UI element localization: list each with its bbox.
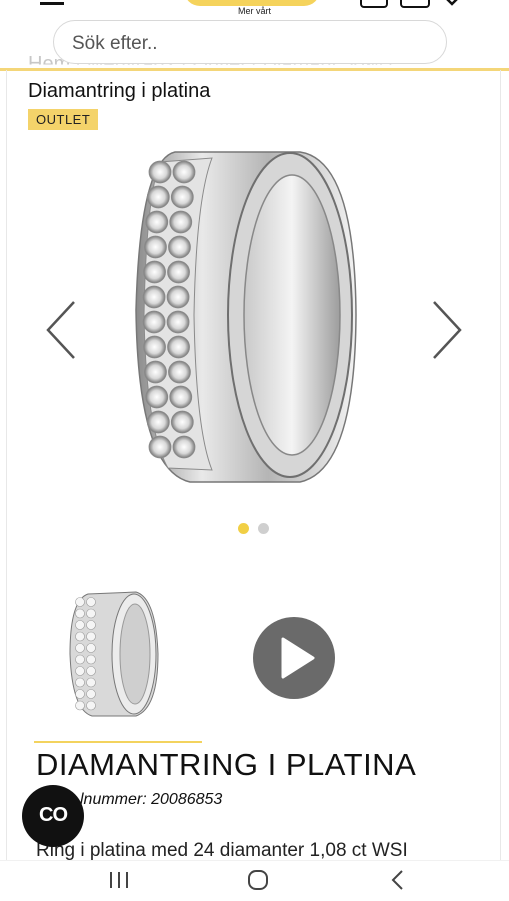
diamond-detail: [145, 210, 169, 234]
content-border-right: [500, 70, 501, 860]
diamond-detail: [167, 260, 190, 284]
carousel-next-button[interactable]: [428, 298, 468, 362]
diamond-detail: [142, 310, 166, 334]
account-icon[interactable]: [360, 0, 388, 8]
header-bar: Mer vårt: [0, 0, 509, 20]
search-input[interactable]: [70, 31, 434, 57]
title-divider: [34, 741, 202, 743]
outlet-badge: OUTLET: [28, 109, 99, 130]
diamond-detail: [170, 410, 194, 434]
product-title: DIAMANTRING I PLATINA: [36, 747, 417, 782]
play-icon: [281, 637, 315, 679]
product-image[interactable]: [120, 140, 370, 490]
diamond-detail: [144, 360, 167, 384]
diamond-detail: [75, 666, 85, 676]
back-icon[interactable]: [388, 868, 408, 892]
article-number: lnummer: 20086853: [80, 791, 223, 808]
diamond-detail: [146, 185, 170, 209]
diamond-detail: [86, 666, 96, 676]
search-box[interactable]: [53, 20, 447, 64]
carousel-prev-button[interactable]: [40, 298, 80, 362]
diamond-detail: [75, 631, 85, 642]
chat-button[interactable]: CO: [22, 785, 84, 847]
wishlist-icon[interactable]: [442, 0, 462, 6]
diamond-detail: [86, 700, 96, 711]
diamond-detail: [75, 620, 85, 630]
home-icon[interactable]: [246, 868, 270, 892]
diamond-detail: [166, 285, 190, 309]
diamond-detail: [148, 160, 172, 184]
diamond-detail: [86, 677, 96, 688]
diamond-detail: [86, 654, 96, 665]
diamond-detail: [75, 608, 85, 619]
diamond-detail: [146, 410, 170, 434]
diamond-detail: [86, 620, 96, 630]
diamond-detail: [75, 700, 85, 711]
diamond-detail: [166, 310, 190, 334]
diamond-detail: [75, 643, 85, 653]
diamond-detail: [75, 677, 85, 688]
page-title: Diamantring i platina: [28, 80, 211, 102]
chevron-left-icon: [46, 301, 75, 359]
chevron-right-icon: [433, 301, 462, 359]
product-thumbnail[interactable]: [66, 584, 166, 724]
diamond-detail: [168, 360, 191, 384]
diamond-detail: [145, 385, 169, 409]
diamond-detail: [75, 597, 85, 607]
diamond-detail: [169, 210, 193, 234]
diamond-detail: [143, 335, 166, 359]
diamond-detail: [170, 185, 194, 209]
diamond-detail: [142, 285, 166, 309]
chat-icon: CO: [39, 804, 68, 826]
carousel-dot-active[interactable]: [238, 523, 249, 534]
diamond-detail: [148, 435, 172, 459]
header-divider: [0, 68, 509, 71]
header-more-link[interactable]: Mer vårt: [0, 6, 509, 16]
content-border-left: [6, 70, 7, 860]
diamond-detail: [167, 335, 190, 359]
diamond-detail: [86, 631, 96, 642]
cart-icon[interactable]: [400, 0, 430, 8]
diamond-detail: [143, 260, 166, 284]
diamond-detail: [169, 385, 193, 409]
diamond-detail: [172, 160, 196, 184]
diamond-detail: [86, 608, 96, 619]
recent-apps-icon[interactable]: [107, 868, 131, 890]
diamond-detail: [75, 654, 85, 665]
play-video-button[interactable]: [253, 617, 335, 699]
product-description: Ring i platina med 24 diamanter 1,08 ct …: [36, 840, 408, 860]
diamond-detail: [86, 643, 96, 653]
diamond-detail: [86, 597, 96, 607]
carousel-dot[interactable]: [258, 523, 269, 534]
carousel-indicators: [238, 521, 278, 534]
diamond-detail: [172, 435, 196, 459]
diamond-detail: [168, 235, 191, 259]
diamond-detail: [75, 689, 85, 699]
diamond-detail: [86, 689, 96, 699]
diamond-detail: [144, 235, 167, 259]
